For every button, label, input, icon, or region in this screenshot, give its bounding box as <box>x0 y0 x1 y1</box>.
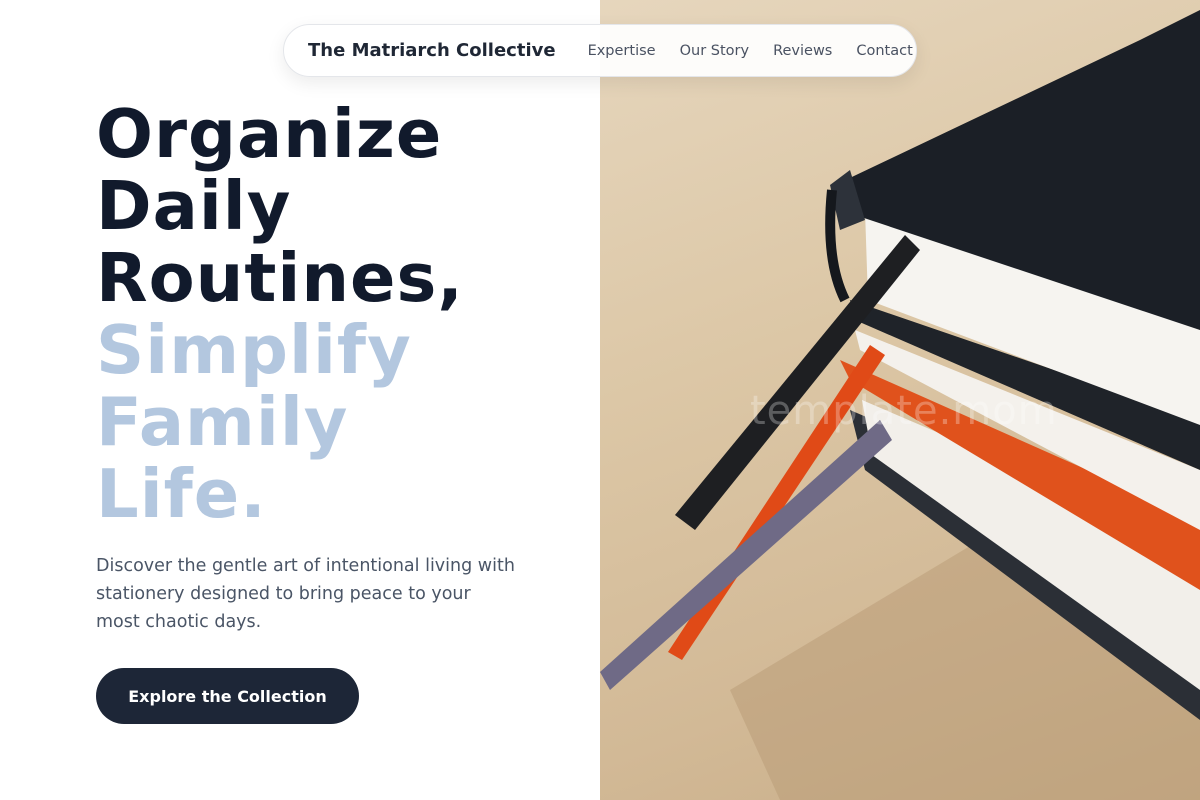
headline-line-4: Simplify <box>96 311 412 389</box>
headline-line-1: Organize <box>96 95 443 173</box>
brand-logo-text[interactable]: The Matriarch Collective <box>308 40 556 61</box>
watermark-text: template.mom <box>750 388 1058 434</box>
nav-link-contact[interactable]: Contact <box>856 43 912 59</box>
nav-link-expertise[interactable]: Expertise <box>588 43 656 59</box>
nav-link-our-story[interactable]: Our Story <box>680 43 749 59</box>
nav-links: Expertise Our Story Reviews Contact <box>588 43 913 59</box>
headline-line-2: Daily <box>96 167 292 245</box>
headline-line-6: Life. <box>96 455 267 533</box>
nav-link-reviews[interactable]: Reviews <box>773 43 832 59</box>
explore-collection-button[interactable]: Explore the Collection <box>96 668 359 724</box>
headline-line-3: Routines, <box>96 239 464 317</box>
hero-subtitle: Discover the gentle art of intentional l… <box>96 556 515 632</box>
hero-image: template.mom <box>600 0 1200 800</box>
headline-line-5: Family <box>96 383 349 461</box>
top-navigation: The Matriarch Collective Expertise Our S… <box>283 24 917 77</box>
hero-headline: Organize Daily Routines, Simplify Family… <box>96 98 464 530</box>
